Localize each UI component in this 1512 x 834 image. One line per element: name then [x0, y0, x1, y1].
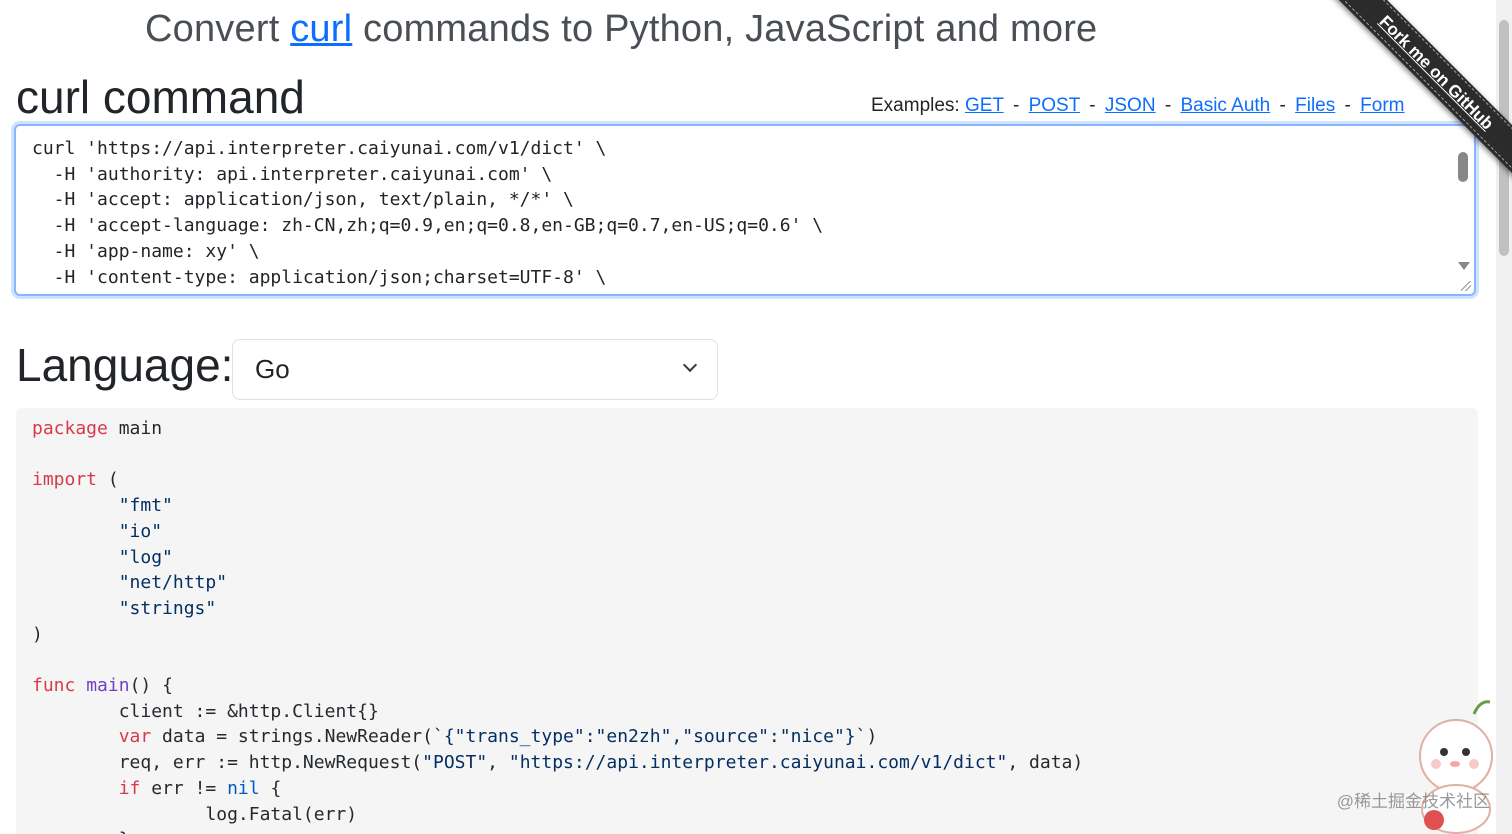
- language-label: Language:: [16, 339, 234, 391]
- code-text: `): [855, 726, 878, 748]
- code-literal: nil: [227, 777, 260, 799]
- example-basic-auth-link[interactable]: Basic Auth: [1180, 95, 1270, 116]
- textarea-resize-grip-icon[interactable]: [1461, 281, 1471, 291]
- language-selected-value[interactable]: Go: [255, 354, 290, 385]
- chevron-down-icon[interactable]: [682, 357, 698, 373]
- language-select[interactable]: Go: [232, 339, 718, 400]
- code-keyword: package: [32, 418, 108, 439]
- code-keyword: import: [32, 469, 98, 491]
- example-json-link[interactable]: JSON: [1105, 95, 1156, 116]
- example-form-link[interactable]: Form: [1360, 95, 1404, 116]
- examples-separator: -: [1279, 95, 1286, 116]
- code-text: client := &http.Client{}: [118, 700, 379, 722]
- code-text: data = strings.NewReader(`: [151, 726, 444, 748]
- textarea-scrollbar-thumb[interactable]: [1458, 152, 1468, 182]
- code-keyword: func: [32, 675, 76, 697]
- code-text: main: [107, 418, 163, 439]
- examples-separator: -: [1344, 95, 1351, 116]
- code-text: ): [32, 623, 43, 645]
- page: Convert curl commands to Python, JavaScr…: [0, 0, 1512, 834]
- code-import-string: "net/http": [118, 572, 228, 594]
- example-post-link[interactable]: POST: [1029, 95, 1080, 116]
- curl-command-heading: curl command: [16, 71, 305, 123]
- code-text: {: [259, 777, 282, 799]
- generated-code-block: package main import ( "fmt" "io" "log" "…: [16, 408, 1478, 834]
- page-hero-title: Convert curl commands to Python, JavaScr…: [145, 8, 1097, 51]
- code-text: , data): [1007, 752, 1084, 774]
- examples-links: Examples: GET - POST - JSON - Basic Auth…: [871, 95, 1404, 117]
- code-keyword: var: [118, 726, 152, 748]
- code-import-string: "io": [118, 520, 163, 542]
- code-import-string: "strings": [118, 597, 217, 619]
- code-string: "POST": [422, 752, 488, 774]
- examples-separator: -: [1012, 95, 1020, 116]
- code-string: "https://api.interpreter.caiyunai.com/v1…: [508, 752, 1008, 774]
- textarea-scroll-down-arrow-icon[interactable]: [1458, 262, 1470, 270]
- code-text: ,: [487, 752, 509, 774]
- curl-link[interactable]: curl: [290, 8, 352, 50]
- watermark-text: @稀土掘金技术社区: [1336, 792, 1490, 811]
- example-get-link[interactable]: GET: [965, 95, 1004, 116]
- example-files-link[interactable]: Files: [1295, 95, 1335, 116]
- code-import-string: "log": [118, 546, 173, 568]
- generated-code: package main import ( "fmt" "io" "log" "…: [32, 416, 1083, 834]
- code-text: log.Fatal(err): [205, 803, 358, 825]
- code-keyword: if: [118, 777, 141, 799]
- code-text: err !=: [140, 777, 228, 799]
- examples-separator: -: [1089, 95, 1096, 116]
- hero-text-before: Convert: [145, 8, 280, 50]
- examples-separator: -: [1164, 95, 1172, 116]
- examples-label: Examples:: [871, 95, 960, 116]
- code-text: req, err := http.NewRequest(: [118, 752, 423, 774]
- curl-command-text[interactable]: curl 'https://api.interpreter.caiyunai.c…: [32, 136, 823, 290]
- code-string: {"trans_type":"en2zh","source":"nice"}: [443, 726, 856, 748]
- code-text: }: [119, 829, 130, 834]
- hero-text-after: commands to Python, JavaScript and more: [363, 8, 1098, 50]
- code-import-string: "fmt": [118, 495, 173, 517]
- curl-command-textarea[interactable]: curl 'https://api.interpreter.caiyunai.c…: [14, 124, 1476, 296]
- code-text: () {: [129, 675, 173, 697]
- code-text: (: [97, 469, 119, 491]
- code-function-name: main: [86, 675, 130, 697]
